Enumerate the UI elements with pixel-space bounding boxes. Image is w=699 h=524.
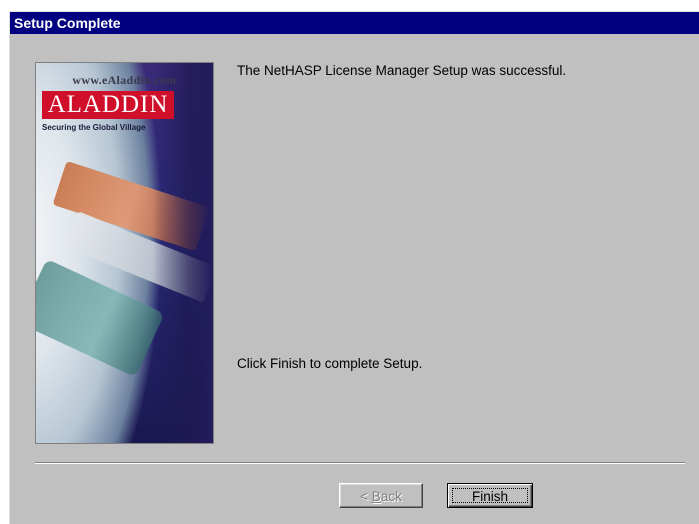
banner-tagline: Securing the Global Village (42, 123, 146, 132)
finish-button-label: Finish (471, 489, 508, 504)
finish-instruction: Click Finish to complete Setup. (237, 356, 423, 371)
back-button-rest: ack (380, 489, 402, 504)
finish-button[interactable]: Finish (447, 483, 533, 508)
button-divider (35, 462, 685, 464)
back-button-mnemonic: B (371, 489, 381, 504)
banner-url-text: www.eAladdin.com (72, 73, 177, 87)
setup-dialog: Setup Complete www.eAladdin.com ALADDIN … (9, 11, 699, 524)
back-button[interactable]: < Back (339, 483, 423, 508)
title-bar: Setup Complete (10, 12, 699, 34)
banner-shadow (153, 63, 213, 443)
success-message: The NetHASP License Manager Setup was su… (237, 63, 567, 78)
window-title: Setup Complete (14, 15, 121, 31)
aladdin-logo: ALADDIN (42, 91, 174, 119)
aladdin-banner-image: www.eAladdin.com ALADDIN Securing the Gl… (35, 62, 214, 444)
back-button-prefix: < (360, 489, 372, 504)
